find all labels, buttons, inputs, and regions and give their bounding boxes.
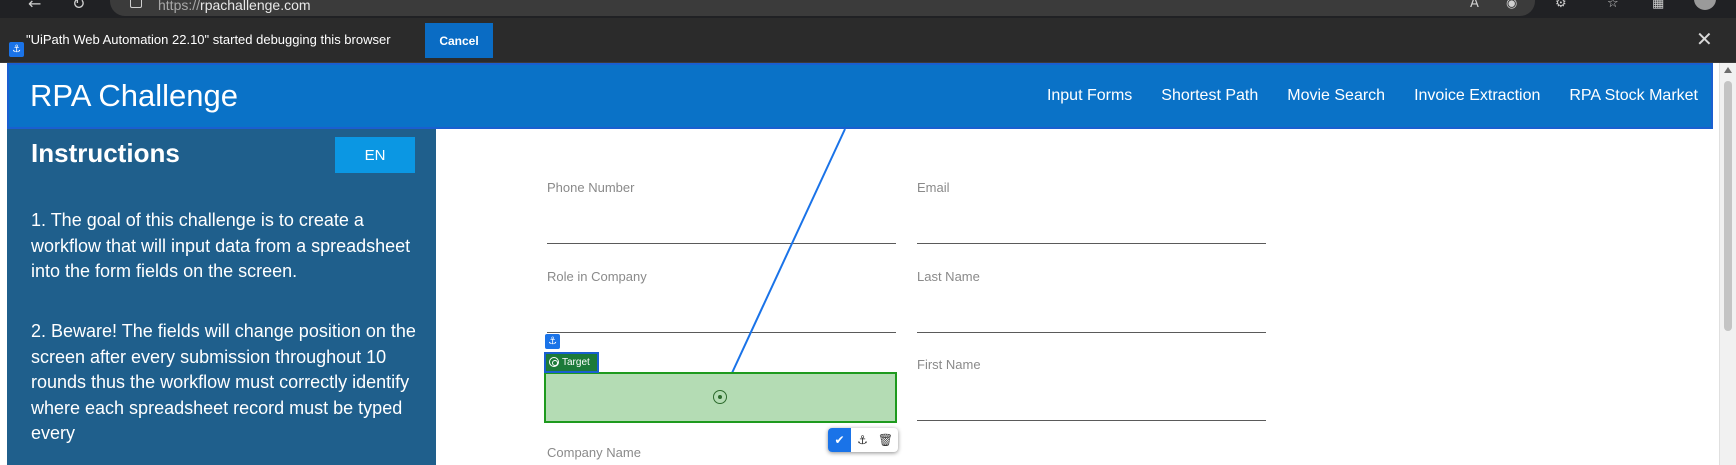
address-url[interactable]: https://rpachallenge.com	[158, 0, 311, 13]
first-name-input[interactable]	[917, 393, 1266, 421]
add-anchor-button[interactable]: ⚓	[851, 428, 874, 452]
language-button[interactable]: EN	[335, 137, 415, 173]
tracking-prevention-icon[interactable]: ◉	[1506, 0, 1517, 12]
reload-icon[interactable]: ↻	[72, 0, 85, 13]
phone-number-input[interactable]	[547, 216, 896, 244]
target-icon	[549, 357, 559, 367]
email-label: Email	[917, 180, 950, 195]
close-icon[interactable]: ✕	[1696, 28, 1713, 50]
instructions-title: Instructions	[31, 138, 180, 168]
instruction-step-2: 2. Beware! The fields will change positi…	[31, 321, 416, 443]
site-nav: Input Forms Shortest Path Movie Search I…	[1047, 87, 1698, 105]
profile-icon[interactable]	[1694, 0, 1716, 10]
target-tag-label: Target	[562, 357, 590, 368]
crosshair-icon	[713, 390, 727, 404]
nav-invoice-extraction[interactable]: Invoice Extraction	[1414, 87, 1540, 105]
url-prefix: https://	[158, 0, 201, 13]
email-input[interactable]	[917, 216, 1266, 244]
collections-icon[interactable]: ▦	[1652, 0, 1664, 12]
url-host: rpachallenge.com	[200, 0, 311, 13]
last-name-label: Last Name	[917, 269, 980, 284]
extensions-icon[interactable]: ⚙	[1555, 0, 1567, 12]
debugging-message: "UiPath Web Automation 22.10" started de…	[26, 32, 391, 47]
page-scrollbar[interactable]	[1719, 63, 1736, 465]
instructions-sidebar: Instructions EN 1. The goal of this chal…	[7, 129, 436, 465]
nav-input-forms[interactable]: Input Forms	[1047, 87, 1132, 105]
target-tag: Target	[544, 352, 599, 373]
nav-rpa-stock-market[interactable]: RPA Stock Market	[1569, 87, 1698, 105]
cancel-debugging-button[interactable]: Cancel	[425, 23, 493, 58]
company-name-label: Company Name	[547, 445, 641, 460]
target-element-highlight[interactable]	[544, 372, 897, 423]
last-name-input[interactable]	[917, 305, 1266, 333]
back-icon[interactable]: ←	[28, 0, 41, 13]
address-bar[interactable]: https://rpachallenge.com	[110, 0, 1535, 16]
role-in-company-input[interactable]	[547, 305, 896, 333]
anchor-icon[interactable]: ⚓	[545, 334, 560, 349]
nav-shortest-path[interactable]: Shortest Path	[1161, 87, 1258, 105]
favorites-icon[interactable]: ☆	[1607, 0, 1619, 12]
site-logo[interactable]: RPA Challenge	[30, 78, 238, 114]
selection-toolbar: ✔ ⚓ 🗑	[828, 428, 898, 452]
site-header: RPA Challenge Input Forms Shortest Path …	[7, 63, 1713, 129]
browser-toolbar: ← ↻ https://rpachallenge.com A ◉ ⚙ ☆ ▦	[0, 0, 1736, 18]
phone-number-label: Phone Number	[547, 180, 635, 195]
read-aloud-icon[interactable]: A	[1470, 0, 1479, 12]
confirm-selection-button[interactable]: ✔	[828, 428, 851, 452]
first-name-label: First Name	[917, 357, 981, 372]
role-in-company-label: Role in Company	[547, 269, 647, 284]
anchor-icon[interactable]: ⚓	[9, 42, 24, 57]
site-info-icon[interactable]	[130, 0, 142, 8]
page-content: RPA Challenge Input Forms Shortest Path …	[0, 63, 1719, 465]
instruction-step-1: 1. The goal of this challenge is to crea…	[31, 210, 411, 281]
debugging-info-bar: "UiPath Web Automation 22.10" started de…	[0, 18, 1736, 63]
nav-movie-search[interactable]: Movie Search	[1287, 87, 1385, 105]
delete-selection-button[interactable]: 🗑	[874, 428, 897, 452]
scrollbar-thumb[interactable]	[1724, 81, 1732, 331]
scroll-up-icon[interactable]	[1724, 67, 1732, 73]
